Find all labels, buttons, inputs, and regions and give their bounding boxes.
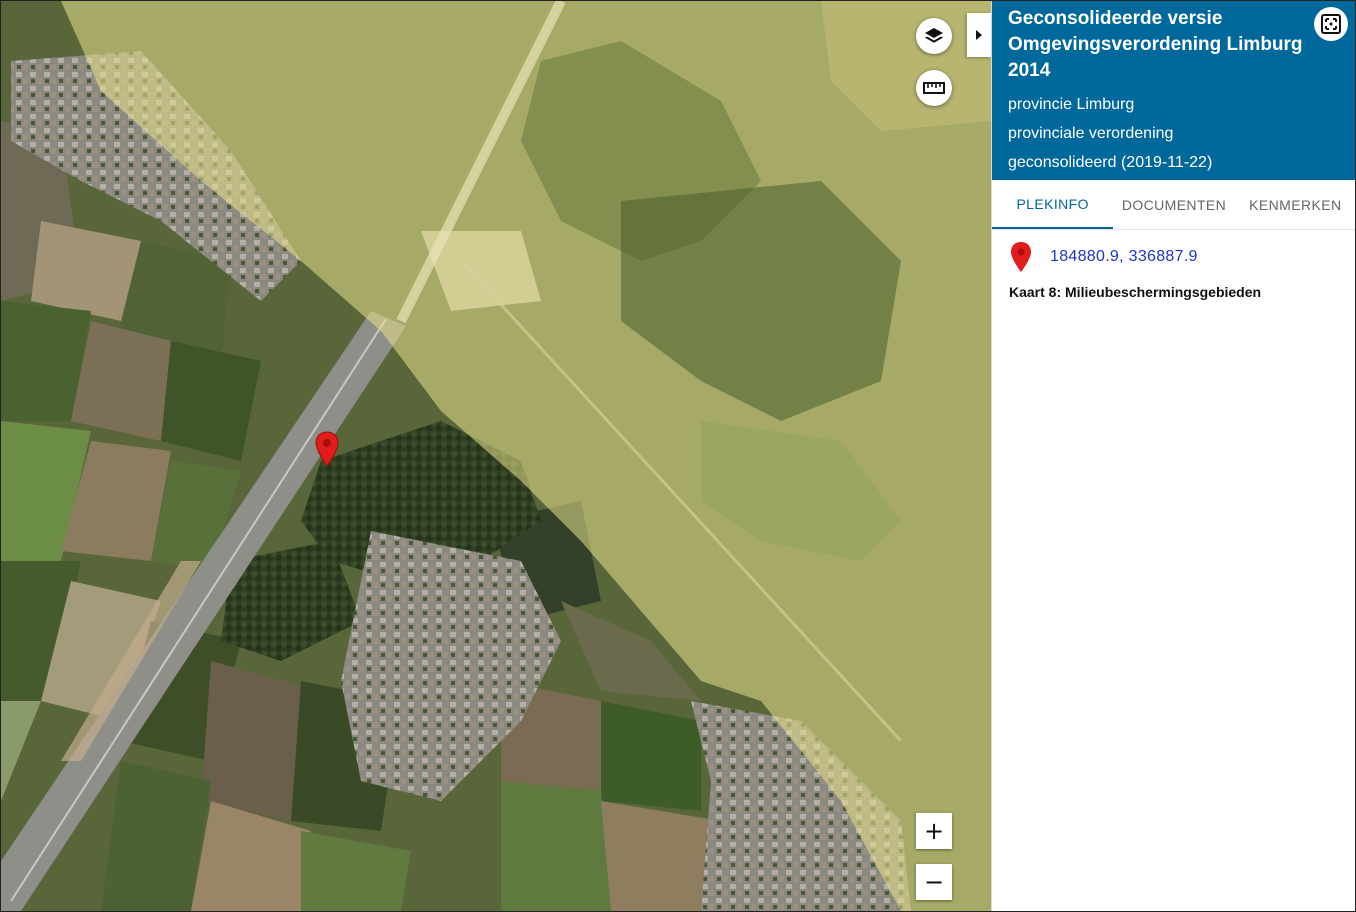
panel-header: Geconsolideerde versie Omgevingsverorden… [992,1,1355,180]
tab-plekinfo[interactable]: PLEKINFO [992,180,1114,229]
meta-authority: provincie Limburg [1008,96,1135,113]
map-view[interactable]: + − [1,1,991,911]
layers-icon [925,28,943,43]
panel-collapse-tab[interactable] [967,13,991,57]
ruler-icon [923,82,945,94]
zoom-out-button[interactable]: − [916,864,952,900]
caret-right-icon [976,30,982,40]
map-pin-icon[interactable] [314,431,340,467]
coordinates-link[interactable]: 184880.9, 336887.9 [1050,248,1198,266]
panel-tabs: PLEKINFO DOCUMENTEN KENMERKEN [992,180,1355,230]
aerial-photo [1,1,991,911]
location-row: 184880.9, 336887.9 [992,230,1355,272]
app-frame: + − Geconsolideerde versie Omgevingsvero… [0,0,1356,912]
meta-status: geconsolideerd (2019-11-22) [1008,154,1213,171]
meta-type: provinciale verordening [1008,125,1174,142]
map-layer-label: Kaart 8: Milieubeschermingsgebieden [1009,284,1262,300]
tab-kenmerken[interactable]: KENMERKEN [1235,180,1355,229]
document-meta: provincie Limburg provinciale verordenin… [1008,90,1340,177]
expand-button[interactable] [1314,7,1348,41]
layers-button[interactable] [916,18,952,54]
document-title: Geconsolideerde versie Omgevingsverorden… [1008,8,1303,81]
zoom-in-button[interactable]: + [916,813,952,849]
expand-icon [1321,14,1341,34]
tab-documenten[interactable]: DOCUMENTEN [1113,180,1234,229]
measure-button[interactable] [916,70,952,106]
map-pin-icon [1011,242,1031,272]
info-panel: Geconsolideerde versie Omgevingsverorden… [991,1,1355,911]
